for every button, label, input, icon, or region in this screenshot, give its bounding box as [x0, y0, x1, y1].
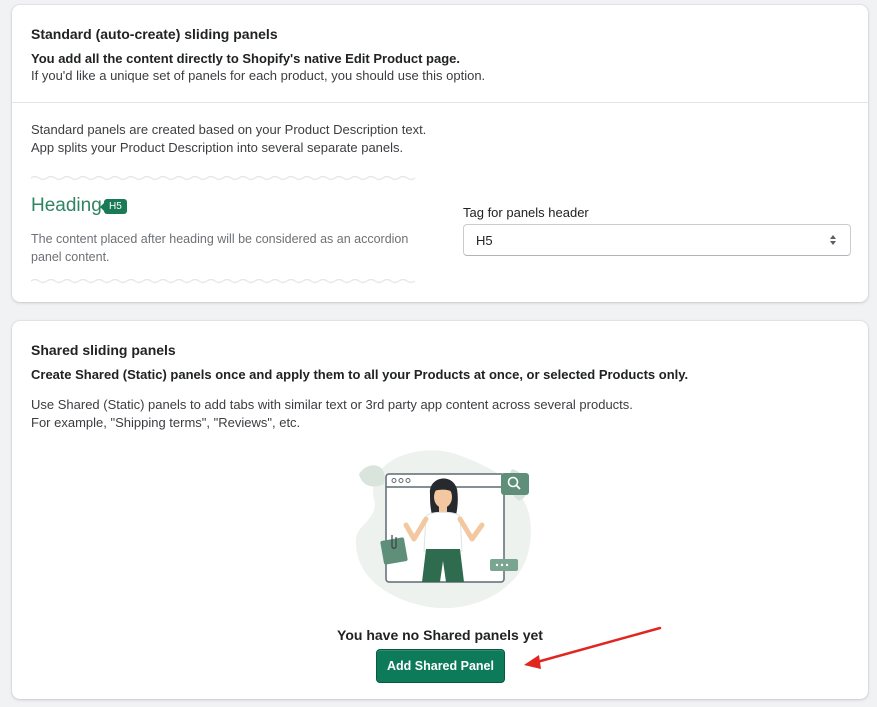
standard-panels-bold-line: You add all the content directly to Shop…: [31, 51, 461, 66]
demo-description: The content placed after heading will be…: [31, 232, 409, 264]
wavy-separator-bottom: [31, 278, 416, 284]
standard-panels-desc-line-2: App splits your Product Description into…: [31, 140, 404, 155]
shared-panels-desc-line-2: For example, "Shipping terms", "Reviews"…: [31, 415, 301, 430]
empty-state-illustration: [355, 450, 531, 609]
standard-panels-card: Standard (auto-create) sliding panels Yo…: [12, 5, 868, 302]
shared-panels-bold-line: Create Shared (Static) panels once and a…: [31, 367, 689, 382]
standard-panels-desc-line-1: Standard panels are created based on you…: [31, 122, 427, 137]
shared-panels-card: Shared sliding panels Create Shared (Sta…: [12, 321, 868, 699]
demo-heading: Heading: [31, 195, 102, 216]
select-arrows-icon: [830, 235, 836, 245]
divider: [12, 102, 868, 103]
tag-select-label: Tag for panels header: [463, 205, 589, 220]
standard-panels-title: Standard (auto-create) sliding panels: [31, 26, 278, 42]
tag-select-value: H5: [476, 233, 493, 248]
standard-panels-sub-line: If you'd like a unique set of panels for…: [31, 68, 486, 83]
tag-select[interactable]: H5: [463, 224, 851, 256]
wavy-separator-top: [31, 175, 416, 181]
shared-panels-desc-line-1: Use Shared (Static) panels to add tabs w…: [31, 397, 633, 412]
demo-h5-badge: H5: [100, 199, 127, 214]
shared-panels-title: Shared sliding panels: [31, 342, 176, 358]
empty-state-title: You have no Shared panels yet: [337, 627, 543, 643]
add-shared-panel-button[interactable]: Add Shared Panel: [376, 649, 505, 683]
